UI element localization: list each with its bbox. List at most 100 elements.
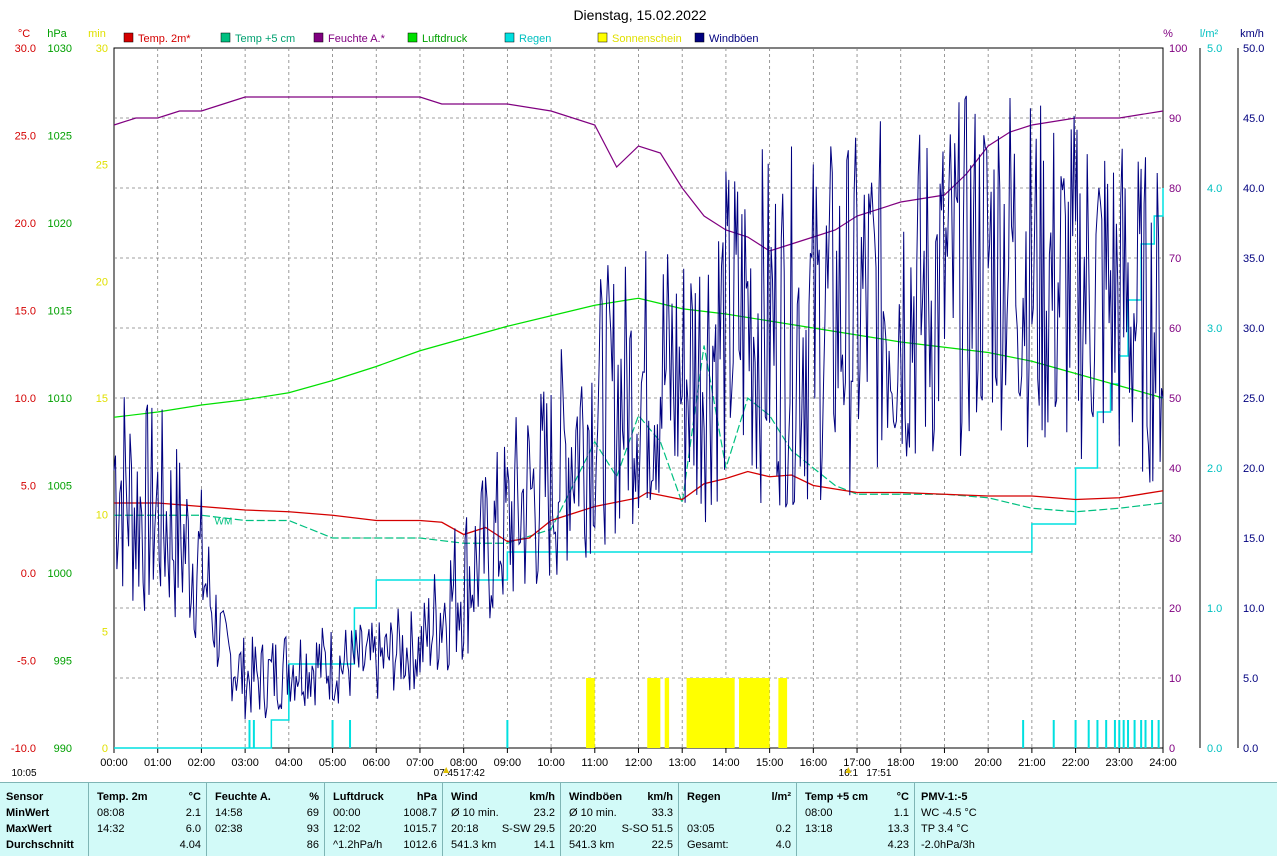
legend-swatch xyxy=(220,32,231,43)
rain-tick-label: 1.0 xyxy=(1207,603,1222,615)
wind-tick-label: 25.0 xyxy=(1243,393,1264,405)
temp-tick-label: -10.0 xyxy=(11,743,36,755)
legend-label: Feuchte A.* xyxy=(328,33,386,45)
pressure-tick-label: 1010 xyxy=(48,393,72,405)
summary-cell: MaxWert xyxy=(6,823,52,835)
summary-cell-label: 14:58 xyxy=(215,807,243,819)
summary-row: 08:08 2.1 xyxy=(89,805,207,821)
summary-cell-value: km/h xyxy=(647,791,673,803)
summary-cell-value: 86 xyxy=(306,839,319,851)
summary-cell-value: 1.1 xyxy=(893,807,909,819)
wind-tick-label: 35.0 xyxy=(1243,253,1264,265)
pressure-tick-label: 1015 xyxy=(48,306,72,318)
summary-cell-value: 22.5 xyxy=(651,839,673,851)
sunshine-bar xyxy=(586,678,595,748)
rain-tick-label: 4.0 xyxy=(1207,183,1222,195)
summary-row: WC -4.5 °C xyxy=(915,805,1277,821)
legend-swatch xyxy=(123,32,134,43)
x-tick-label: 14:00 xyxy=(712,757,740,769)
wind-tick-label: 0.0 xyxy=(1243,743,1258,755)
x-tick-label: 16:00 xyxy=(800,757,828,769)
summary-row: 14:58 69 xyxy=(207,805,325,821)
legend-label: Temp +5 cm xyxy=(235,33,295,45)
wm-label: WM xyxy=(215,517,233,528)
wind-tick-label: 40.0 xyxy=(1243,183,1264,195)
x-tick-label: 04:00 xyxy=(275,757,303,769)
wind-tick-label: 45.0 xyxy=(1243,113,1264,125)
summary-cell-label: 08:00 xyxy=(805,807,833,819)
summary-cell-label: 541.3 km xyxy=(569,839,615,851)
summary-cell-value: 1008.7 xyxy=(403,807,437,819)
sunshine-tick-label: 0 xyxy=(102,743,108,755)
pressure-tick-label: 1005 xyxy=(48,481,72,493)
summary-cell: Durchschnitt xyxy=(6,839,74,851)
summary-cell-value: 0.2 xyxy=(775,823,791,835)
rain-axis-unit: l/m² xyxy=(1200,28,1219,40)
summary-cell-value: 4.04 xyxy=(179,839,201,851)
summary-cell-label: Regen xyxy=(687,791,721,803)
pressure-tick-label: 1025 xyxy=(48,131,72,143)
summary-row: 00:00 1008.7 xyxy=(325,805,443,821)
x-tick-label: 21:00 xyxy=(1018,757,1046,769)
summary-cell-label: Wind xyxy=(451,791,478,803)
legend-swatch xyxy=(313,32,324,43)
summary-cell-value: 4.23 xyxy=(887,839,909,851)
summary-cell-value: 13.3 xyxy=(887,823,909,835)
summary-row: MaxWert xyxy=(0,821,88,837)
summary-row: 4.23 xyxy=(797,837,915,853)
humidity-tick-label: 60 xyxy=(1169,323,1181,335)
temp-tick-label: 5.0 xyxy=(21,481,36,493)
rain-tick-label: 5.0 xyxy=(1207,43,1222,55)
summary-row: 14:32 6.0 xyxy=(89,821,207,837)
humidity-tick-label: 90 xyxy=(1169,113,1181,125)
summary-row: ^1.2hPa/h 1012.6 xyxy=(325,837,443,853)
summary-row: Ø 10 min. 33.3 xyxy=(561,805,679,821)
summary-cell-label: Feuchte A. xyxy=(215,791,271,803)
summary-cell-value: 2.1 xyxy=(185,807,201,819)
summary-row: 86 xyxy=(207,837,325,853)
wind-axis-unit: km/h xyxy=(1240,28,1264,40)
humidity-axis-unit: % xyxy=(1163,28,1173,40)
sunshine-tick-label: 5 xyxy=(102,626,108,638)
summary-column: Sensor MinWert MaxWert Durchschnitt xyxy=(0,783,88,856)
sunshine-bar xyxy=(778,678,788,748)
x-tick-label: 05:00 xyxy=(319,757,347,769)
x-tick-label: 15:00 xyxy=(756,757,784,769)
summary-cell-label: Gesamt: xyxy=(687,839,729,851)
x-tick-label: 19:00 xyxy=(931,757,959,769)
summary-row: 20:18 S-SW 29.5 xyxy=(443,821,561,837)
summary-cell-value: 4.0 xyxy=(775,839,791,851)
summary-table: Sensor MinWert MaxWert Durchschnitt Temp. 2m… xyxy=(0,782,1277,856)
summary-cell-label: Luftdruck xyxy=(333,791,384,803)
x-note: 17:42 xyxy=(460,768,485,779)
summary-cell-value: 69 xyxy=(306,807,319,819)
summary-column: Feuchte A.% 14:58 69 02:38 93 86 xyxy=(206,783,325,856)
x-note: 10:05 xyxy=(11,768,36,779)
sunshine-axis-unit: min xyxy=(88,28,106,40)
legend-swatch xyxy=(694,32,705,43)
summary-cell: -2.0hPa/3h xyxy=(921,839,975,851)
summary-cell-value: 33.3 xyxy=(651,807,673,819)
summary-cell-label: 14:32 xyxy=(97,823,125,835)
sunshine-tick-label: 25 xyxy=(96,160,108,172)
temp-tick-label: -5.0 xyxy=(17,656,36,668)
humidity-tick-label: 20 xyxy=(1169,603,1181,615)
pressure-tick-label: 990 xyxy=(54,743,72,755)
summary-row: 541.3 km 14.1 xyxy=(443,837,561,853)
summary-cell-value: 1015.7 xyxy=(403,823,437,835)
humidity-tick-label: 80 xyxy=(1169,183,1181,195)
x-tick-label: 01:00 xyxy=(144,757,172,769)
temp-tick-label: 25.0 xyxy=(15,131,36,143)
x-tick-label: 03:00 xyxy=(231,757,259,769)
summary-column: PMV-1:-5 WC -4.5 °C TP 3.4 °C -2.0hPa/3h xyxy=(914,783,1277,856)
humidity-tick-label: 70 xyxy=(1169,253,1181,265)
legend-label: Luftdruck xyxy=(422,33,468,45)
summary-cell-value: 93 xyxy=(306,823,319,835)
summary-cell-label: 12:02 xyxy=(333,823,361,835)
rain-tick-label: 0.0 xyxy=(1207,743,1222,755)
summary-cell-value: km/h xyxy=(529,791,555,803)
summary-header: Temp. 2m °C xyxy=(89,789,207,805)
summary-cell-value: 6.0 xyxy=(185,823,201,835)
summary-header: PMV-1:-5 xyxy=(915,789,1277,805)
summary-row: TP 3.4 °C xyxy=(915,821,1277,837)
